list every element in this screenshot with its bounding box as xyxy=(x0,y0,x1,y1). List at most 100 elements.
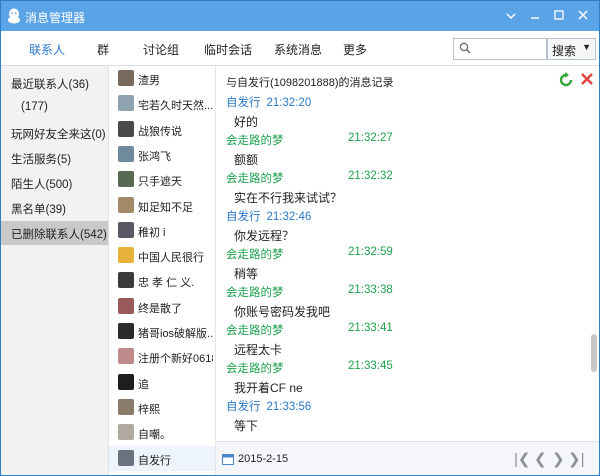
contact-name: 宅若久时天然... xyxy=(138,100,213,113)
search-button[interactable]: 搜索 ▼ xyxy=(547,38,596,60)
search-input[interactable] xyxy=(453,38,547,60)
message-text: 远程太卡 xyxy=(234,341,282,358)
message-body: 你账号密码发我吧 xyxy=(234,305,331,319)
contact-row[interactable]: 自发行 xyxy=(109,445,215,471)
message-sender-line: 自发行 21:33:56 xyxy=(226,398,311,414)
nav-gaming-friends[interactable]: 玩网好友全来这(0) xyxy=(1,121,108,145)
current-date: 2015-2-15 xyxy=(238,453,289,465)
contact-row[interactable]: 猪哥ios破解版... xyxy=(109,319,215,344)
message-time: 21:32:32 xyxy=(348,170,393,182)
avatar xyxy=(118,373,134,390)
contact-row[interactable]: 追 xyxy=(109,370,215,395)
contact-row[interactable]: 知足知不足 xyxy=(109,193,215,218)
sender-name: 自发行 xyxy=(226,97,261,109)
nav-label: 最近联系人(36) xyxy=(11,79,89,91)
tab-discussion-groups[interactable]: 讨论组 xyxy=(143,41,179,58)
message-sender-line: 会走路的梦 21:33:45 xyxy=(226,360,426,376)
nav-label: 玩网好友全来这(0) xyxy=(11,129,106,141)
tab-temp-sessions[interactable]: 临时会话 xyxy=(204,41,252,58)
message-body: 我开着CF ne xyxy=(234,381,303,395)
message-manager-window: 消息管理器 联系人 群 讨论组 临时会话 系统消息 更多 搜索 ▼ 最近联系人(… xyxy=(0,0,600,476)
contact-row[interactable]: 宅若久时天然... xyxy=(109,91,215,116)
contact-name: 猪哥ios破解版... xyxy=(138,328,213,340)
contact-row[interactable]: 战狼传说 xyxy=(109,117,215,142)
message-sender-line: 自发行 21:32:46 xyxy=(226,208,311,224)
nav-recent-contacts[interactable]: 最近联系人(36) xyxy=(1,71,108,95)
avatar xyxy=(118,95,134,112)
contact-list: 渣男宅若久时天然... 战狼传说张鸿飞只手遮天知足知不足稚初 i 中国人民很行忠 孝… xyxy=(109,66,216,475)
sender-name: 会走路的梦 xyxy=(226,363,284,375)
contact-name: 忠 孝 仁 义. xyxy=(138,277,195,290)
tab-contacts[interactable]: 联系人 xyxy=(29,41,65,58)
contact-name: 追 xyxy=(138,378,149,391)
avatar xyxy=(118,221,134,238)
search-icon xyxy=(459,42,471,54)
contact-row[interactable]: 自嘲。 xyxy=(109,420,215,445)
avatar xyxy=(118,196,134,213)
nav-blacklist[interactable]: 黑名单(39) xyxy=(1,196,108,220)
nav-deleted-contacts[interactable]: 已删除联系人(542) xyxy=(1,221,108,245)
menu-dropdown-icon[interactable] xyxy=(500,6,522,26)
message-history-header: 与自发行(1098201888)的消息记录 xyxy=(226,77,394,89)
contact-name: 战狼传说 xyxy=(138,125,182,138)
calendar-icon[interactable] xyxy=(222,453,234,465)
avatar xyxy=(118,323,134,339)
last-page-icon[interactable]: ❯| xyxy=(568,450,584,468)
avatar xyxy=(118,348,134,365)
tab-more[interactable]: 更多 xyxy=(343,41,367,58)
contact-name: 只手遮天 xyxy=(138,176,182,189)
nav-label: 已删除联系人(542) xyxy=(11,229,107,241)
contact-row[interactable]: 注册个新好0618 xyxy=(109,344,215,369)
close-icon[interactable] xyxy=(572,6,594,26)
window-title: 消息管理器 xyxy=(25,11,86,25)
avatar xyxy=(118,145,134,162)
contact-row[interactable]: 只手遮天 xyxy=(109,167,215,192)
title-bar[interactable]: 消息管理器 xyxy=(1,1,599,31)
contact-row[interactable]: 渣男 xyxy=(109,66,215,91)
contact-row[interactable]: 张鸿飞 xyxy=(109,142,215,167)
message-body: 你发远程？ xyxy=(234,229,295,243)
message-time: 21:32:59 xyxy=(348,246,393,258)
message-time: 21:33:56 xyxy=(266,401,312,413)
contact-row[interactable]: 中国人民很行 xyxy=(109,243,215,268)
sender-name: 会走路的梦 xyxy=(226,173,284,185)
sender-name: 会走路的梦 xyxy=(226,249,284,261)
scrollbar[interactable] xyxy=(588,96,598,439)
contact-groups-nav: 最近联系人(36) (177) 玩网好友全来这(0) 生活服务(5) 陌生人(5… xyxy=(1,66,109,475)
message-sender-line: 会走路的梦 21:32:27 xyxy=(226,132,426,148)
avatar xyxy=(118,272,134,289)
maximize-icon[interactable] xyxy=(548,6,570,26)
first-page-icon[interactable]: |❮ xyxy=(514,450,530,468)
contact-name: 稚初 i xyxy=(138,226,166,239)
message-text: 你发远程？ xyxy=(234,227,294,244)
sender-name: 会走路的梦 xyxy=(226,287,284,299)
avatar xyxy=(118,398,134,415)
next-page-icon[interactable]: ❯ xyxy=(552,450,565,468)
tab-groups[interactable]: 群 xyxy=(97,41,109,58)
contact-row[interactable]: 稚初 i xyxy=(109,218,215,243)
tab-system-messages[interactable]: 系统消息 xyxy=(274,41,322,58)
message-history: 与自发行(1098201888)的消息记录 自发行 21:32:20 好的会走路的梦… xyxy=(216,66,599,441)
nav-strangers[interactable]: 陌生人(500) xyxy=(1,171,108,195)
nav-life-services[interactable]: 生活服务(5) xyxy=(1,146,108,170)
minimize-icon[interactable] xyxy=(524,6,546,26)
prev-page-icon[interactable]: ❮ xyxy=(534,450,547,468)
scrollbar-thumb[interactable] xyxy=(591,334,597,372)
message-text: 我开着CF ne xyxy=(234,379,303,396)
message-time: 21:32:27 xyxy=(348,132,393,144)
message-text: 好的 xyxy=(234,113,258,130)
message-text: 实在不行我来试试？ xyxy=(234,189,342,206)
refresh-icon[interactable] xyxy=(558,72,574,88)
message-body: 等下 xyxy=(234,419,259,433)
delete-icon[interactable] xyxy=(580,72,594,86)
contact-name: 张鸿飞 xyxy=(138,150,171,163)
avatar xyxy=(118,70,134,86)
contact-row[interactable]: 梓熙 xyxy=(109,395,215,420)
contact-row[interactable]: 终是散了 xyxy=(109,294,215,319)
message-sender-line: 自发行 21:32:20 xyxy=(226,94,311,110)
contact-name: 自发行 xyxy=(138,454,171,467)
contact-name: 知足知不足 xyxy=(138,201,193,214)
nav-unnamed-group[interactable]: (177) xyxy=(1,96,108,120)
contact-row[interactable]: 忠 孝 仁 义. xyxy=(109,268,215,293)
message-body: 实在不行我来试试？ xyxy=(234,191,343,205)
